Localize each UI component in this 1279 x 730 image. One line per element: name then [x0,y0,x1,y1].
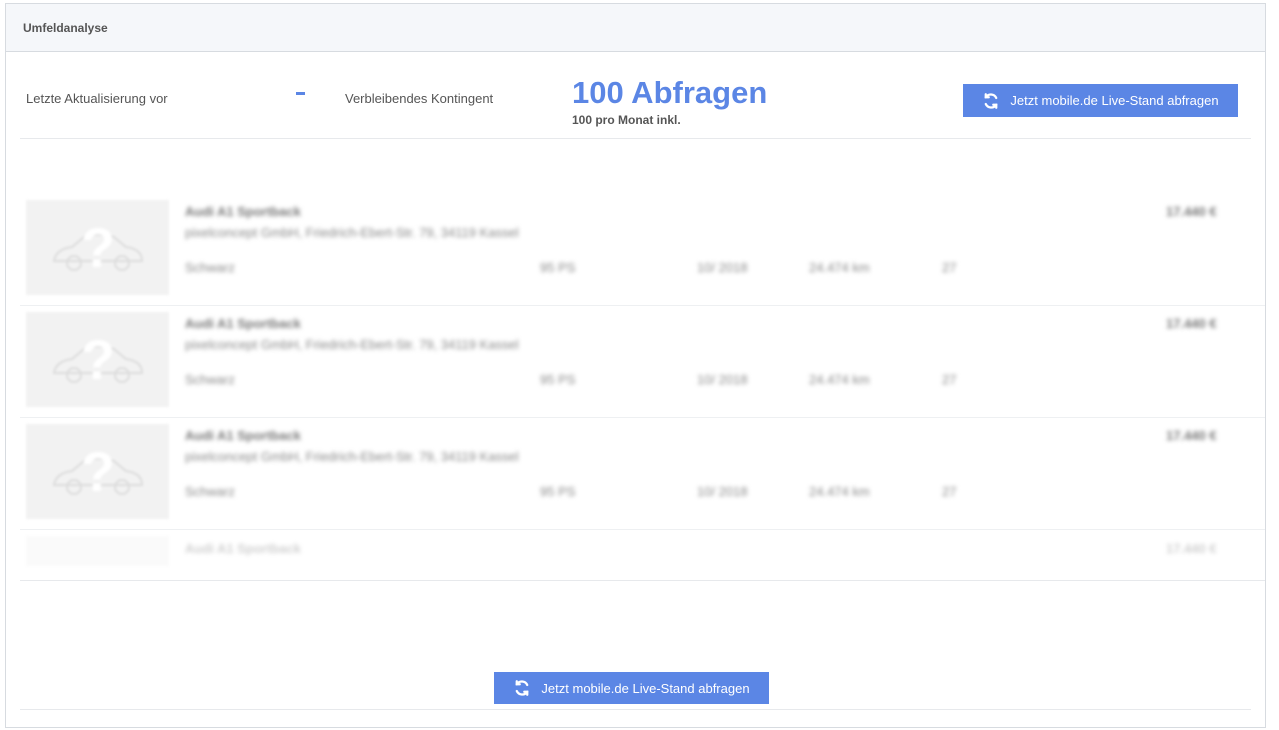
last-update-label: Letzte Aktualisierung vor [26,91,168,106]
refresh-button-bottom[interactable]: Jetzt mobile.de Live-Stand abfragen [494,672,769,704]
listing-dealer: pixelconcept GmbH, Friedrich-Ebert-Str. … [185,225,519,240]
quota-info-row: Letzte Aktualisierung vor Verbleibendes … [20,52,1251,139]
refresh-icon [985,92,998,109]
car-placeholder-image [26,536,169,566]
environment-analysis-panel: Umfeldanalyse Letzte Aktualisierung vor … [5,3,1266,728]
car-question-icon: ? [52,328,143,391]
listing-power: 95 PS [540,260,576,275]
listing-registration: 10/ 2018 [697,260,748,275]
listing-color: Schwarz [185,372,235,387]
listing-price: 17.440 € [1166,428,1217,443]
refresh-button-label: Jetzt mobile.de Live-Stand abfragen [541,680,750,696]
listing-color: Schwarz [185,260,235,275]
listing-list: ? Audi A1 Sportback pixelconcept GmbH, F… [20,194,1265,581]
listing-mileage: 24.474 km [809,260,870,275]
refresh-icon [516,680,529,696]
quota-value: 100 Abfragen [572,75,768,110]
svg-text:?: ? [80,216,114,279]
svg-text:?: ? [80,328,114,391]
listing-title: Audi A1 Sportback [185,428,301,443]
listing-power: 95 PS [540,372,576,387]
car-question-icon: ? [52,216,143,279]
quota-note: 100 pro Monat inkl. [572,113,681,127]
refresh-button-top[interactable]: Jetzt mobile.de Live-Stand abfragen [963,84,1238,117]
listing-power: 95 PS [540,484,576,499]
list-item[interactable]: ? Audi A1 Sportback pixelconcept GmbH, F… [20,306,1265,418]
listing-days: 27 [942,372,957,387]
car-placeholder-image: ? [26,200,169,295]
svg-text:?: ? [80,440,114,503]
panel-title: Umfeldanalyse [6,4,1265,52]
listing-price: 17.440 € [1166,204,1217,219]
listing-days: 27 [942,484,957,499]
listing-price: 17.440 € [1166,316,1217,331]
listing-dealer: pixelconcept GmbH, Friedrich-Ebert-Str. … [185,337,519,352]
listing-color: Schwarz [185,484,235,499]
listing-registration: 10/ 2018 [697,484,748,499]
car-placeholder-image: ? [26,312,169,407]
last-update-value [296,92,305,95]
listing-mileage: 24.474 km [809,484,870,499]
car-placeholder-image: ? [26,424,169,519]
car-question-icon: ? [52,440,143,503]
listing-title: Audi A1 Sportback [185,316,301,331]
listing-title: Audi A1 Sportback [185,204,301,219]
divider [20,709,1251,710]
listing-dealer: pixelconcept GmbH, Friedrich-Ebert-Str. … [185,449,519,464]
listing-title: Audi A1 Sportback [185,541,301,556]
list-item[interactable]: Audi A1 Sportback 17.440 € [20,530,1265,580]
refresh-button-label: Jetzt mobile.de Live-Stand abfragen [1010,93,1219,108]
list-item[interactable]: ? Audi A1 Sportback pixelconcept GmbH, F… [20,418,1265,530]
list-item[interactable]: ? Audi A1 Sportback pixelconcept GmbH, F… [20,194,1265,306]
listing-registration: 10/ 2018 [697,372,748,387]
listing-days: 27 [942,260,957,275]
listing-price: 17.440 € [1166,541,1217,556]
listing-mileage: 24.474 km [809,372,870,387]
quota-label: Verbleibendes Kontingent [345,91,494,106]
